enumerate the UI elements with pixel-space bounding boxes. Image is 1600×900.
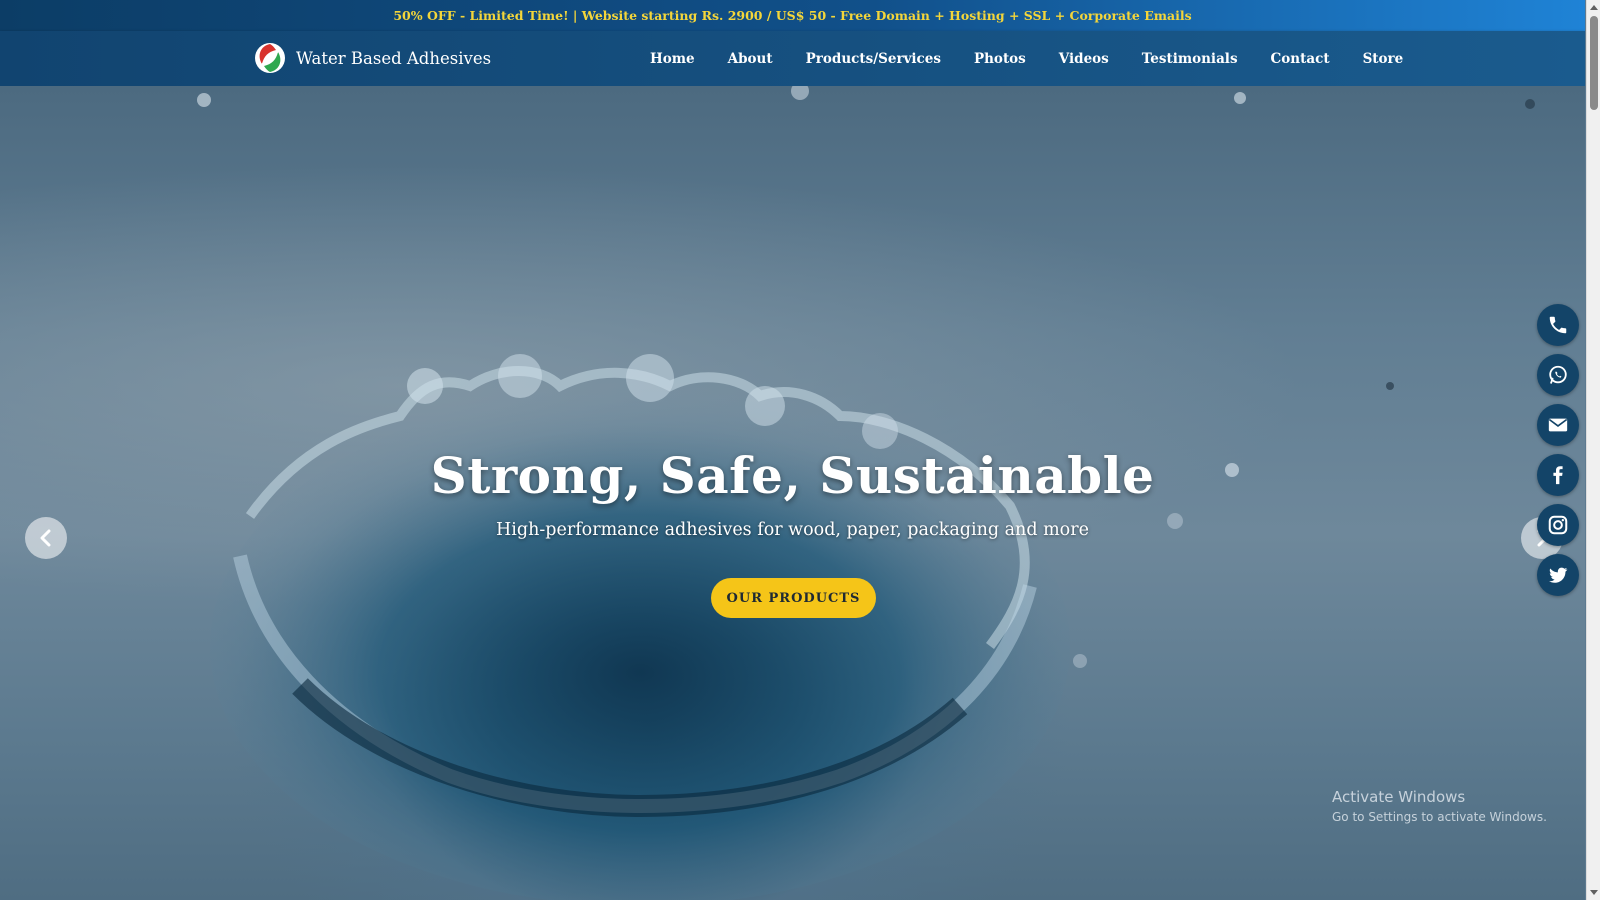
instagram-icon: [1548, 515, 1568, 535]
slider-prev-button[interactable]: [25, 517, 67, 559]
promo-text: 50% OFF - Limited Time! | Website starti…: [393, 8, 1192, 23]
our-products-button[interactable]: OUR PRODUCTS: [711, 578, 876, 618]
floating-social-bar: [1537, 304, 1579, 604]
hero-title: Strong, Safe, Sustainable: [430, 446, 1155, 505]
twitter-icon: [1549, 567, 1568, 583]
page-viewport: 50% OFF - Limited Time! | Website starti…: [0, 0, 1585, 900]
email-button[interactable]: [1537, 404, 1579, 446]
watermark-subtitle: Go to Settings to activate Windows.: [1332, 810, 1547, 824]
watermark-title: Activate Windows: [1332, 788, 1466, 806]
whatsapp-button[interactable]: [1537, 354, 1579, 396]
whatsapp-icon: [1549, 365, 1567, 384]
nav-videos[interactable]: Videos: [1059, 51, 1109, 67]
site-header: Water Based Adhesives Home About Product…: [0, 31, 1585, 86]
chevron-left-icon: [40, 529, 51, 547]
nav-products-services[interactable]: Products/Services: [806, 51, 941, 67]
scroll-down-arrow-icon[interactable]: [1587, 886, 1600, 900]
hero-subtitle: High-performance adhesives for wood, pap…: [496, 520, 1089, 540]
hero-slider: Strong, Safe, Sustainable High-performan…: [0, 86, 1585, 900]
nav-home[interactable]: Home: [650, 51, 695, 67]
brand[interactable]: Water Based Adhesives: [254, 41, 491, 75]
hero-content: Strong, Safe, Sustainable High-performan…: [0, 86, 1585, 900]
nav-about[interactable]: About: [728, 51, 773, 67]
nav-photos[interactable]: Photos: [974, 51, 1026, 67]
main-nav: Home About Products/Services Photos Vide…: [650, 31, 1403, 86]
facebook-icon: [1553, 466, 1563, 485]
facebook-button[interactable]: [1537, 454, 1579, 496]
brand-name: Water Based Adhesives: [296, 48, 492, 68]
nav-contact[interactable]: Contact: [1271, 51, 1330, 67]
nav-store[interactable]: Store: [1363, 51, 1404, 67]
brand-logo-icon: [255, 43, 285, 73]
twitter-button[interactable]: [1537, 554, 1579, 596]
nav-testimonials[interactable]: Testimonials: [1142, 51, 1238, 67]
scrollbar-thumb[interactable]: [1590, 16, 1598, 110]
windows-activation-watermark: Activate Windows Go to Settings to activ…: [1332, 788, 1547, 824]
phone-icon: [1549, 316, 1567, 334]
envelope-icon: [1548, 418, 1568, 432]
vertical-scrollbar[interactable]: [1586, 0, 1600, 900]
instagram-button[interactable]: [1537, 504, 1579, 546]
promo-bar[interactable]: 50% OFF - Limited Time! | Website starti…: [0, 0, 1585, 31]
scroll-up-arrow-icon[interactable]: [1587, 0, 1600, 14]
phone-button[interactable]: [1537, 304, 1579, 346]
